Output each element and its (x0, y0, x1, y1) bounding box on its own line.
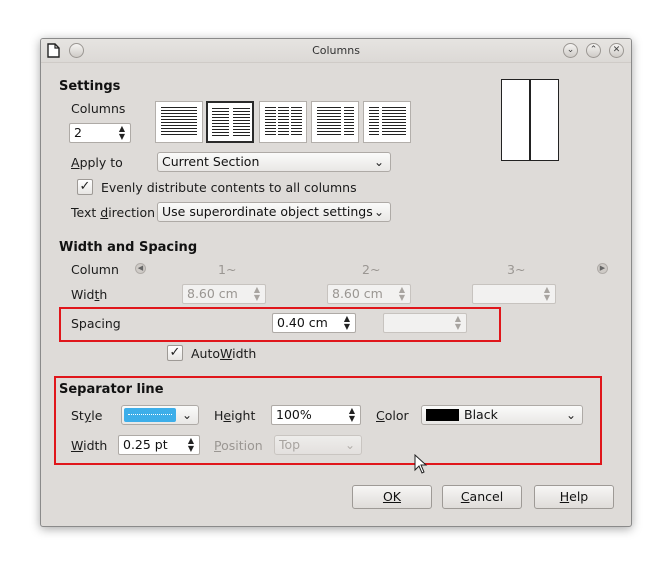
color-value: Black (464, 407, 498, 422)
close-button[interactable]: ✕ (609, 43, 624, 58)
position-value: Top (279, 437, 301, 452)
width-label: Width (71, 287, 108, 302)
spin-arrows-icon[interactable]: ▲ ▼ (186, 437, 196, 453)
column-next-icon[interactable]: ▶ (597, 263, 608, 274)
preset-two-columns[interactable] (206, 101, 254, 143)
line-style-swatch (124, 408, 176, 422)
cancel-button[interactable]: Cancel (442, 485, 522, 509)
mouse-cursor-icon (414, 453, 428, 477)
style-combo[interactable]: ⌄ (121, 405, 199, 425)
separator-width-label: Width (71, 438, 108, 453)
height-value: 100% (276, 407, 312, 422)
ok-button[interactable]: OK (352, 485, 432, 509)
chevron-down-icon: ⌄ (181, 408, 192, 422)
column-prev-icon[interactable]: ◀ (135, 263, 146, 274)
spin-arrows-icon[interactable]: ▲ ▼ (347, 407, 357, 423)
columns-label: Columns (71, 101, 126, 116)
color-label: Color (376, 408, 409, 423)
evenly-distribute-label: Evenly distribute contents to all column… (101, 180, 357, 195)
height-field[interactable]: 100% ▲ ▼ (271, 405, 361, 425)
column-header-3: 3~ (507, 262, 526, 277)
color-combo[interactable]: Black ⌄ (421, 405, 583, 425)
spacing-highlight-box (59, 307, 501, 342)
chevron-down-icon: ⌄ (373, 155, 384, 169)
separator-heading: Separator line (59, 382, 164, 397)
apply-to-combo[interactable]: Current Section ⌄ (157, 152, 391, 172)
apply-to-value: Current Section (162, 154, 260, 169)
chevron-down-icon: ⌄ (373, 205, 384, 219)
style-label: Style (71, 408, 103, 423)
help-button[interactable]: Help (534, 485, 614, 509)
text-direction-label: Text direction (71, 205, 156, 220)
color-swatch (426, 409, 459, 421)
preset-three-columns[interactable] (259, 101, 307, 143)
column-label: Column (71, 262, 119, 277)
column2-width-value: 8.60 cm (332, 286, 383, 301)
preview-separator (529, 80, 531, 160)
maximize-button[interactable]: ⌃ (586, 43, 601, 58)
spin-arrows-icon[interactable]: ▲ ▼ (252, 286, 262, 302)
separator-width-value: 0.25 pt (123, 437, 168, 452)
autowidth-checkbox[interactable]: ✓ (167, 345, 183, 361)
page-preview (501, 79, 559, 161)
settings-heading: Settings (59, 79, 121, 94)
width-spacing-heading: Width and Spacing (59, 240, 198, 255)
columns-dialog: Columns ⌄ ⌃ ✕ Settings Columns 2 ▲ ▼ Appl… (40, 38, 632, 527)
apply-to-label: Apply to (71, 155, 123, 170)
window-title: Columns (312, 44, 360, 57)
evenly-distribute-checkbox[interactable]: ✓ (77, 179, 93, 195)
minimize-button[interactable]: ⌄ (563, 43, 578, 58)
preset-left-big[interactable] (311, 101, 359, 143)
chevron-down-icon: ⌄ (344, 438, 355, 452)
spin-arrows-icon[interactable]: ▲ ▼ (117, 125, 127, 141)
column1-width-field[interactable]: 8.60 cm ▲ ▼ (182, 284, 266, 304)
separator-width-field[interactable]: 0.25 pt ▲ ▼ (118, 435, 200, 455)
preset-one-column[interactable] (155, 101, 203, 143)
chevron-down-icon: ⌄ (565, 408, 576, 422)
text-direction-value: Use superordinate object settings (162, 204, 373, 219)
spin-arrows-icon[interactable]: ▲ ▼ (397, 286, 407, 302)
position-label: Position (214, 438, 263, 453)
title-bar: Columns ⌄ ⌃ ✕ (41, 39, 631, 63)
height-label: Height (214, 408, 256, 423)
column1-width-value: 8.60 cm (187, 286, 238, 301)
position-combo[interactable]: Top ⌄ (274, 435, 362, 455)
text-direction-combo[interactable]: Use superordinate object settings ⌄ (157, 202, 391, 222)
preset-right-big[interactable] (363, 101, 411, 143)
column-header-1: 1~ (218, 262, 237, 277)
autowidth-label: AutoWidth (191, 346, 257, 361)
spin-arrows-icon[interactable]: ▲ ▼ (542, 286, 552, 302)
columns-value: 2 (74, 125, 82, 140)
columns-spinbox[interactable]: 2 ▲ ▼ (69, 123, 131, 143)
column-header-2: 2~ (362, 262, 381, 277)
column2-width-field[interactable]: 8.60 cm ▲ ▼ (327, 284, 411, 304)
column3-width-field[interactable]: ▲ ▼ (472, 284, 556, 304)
